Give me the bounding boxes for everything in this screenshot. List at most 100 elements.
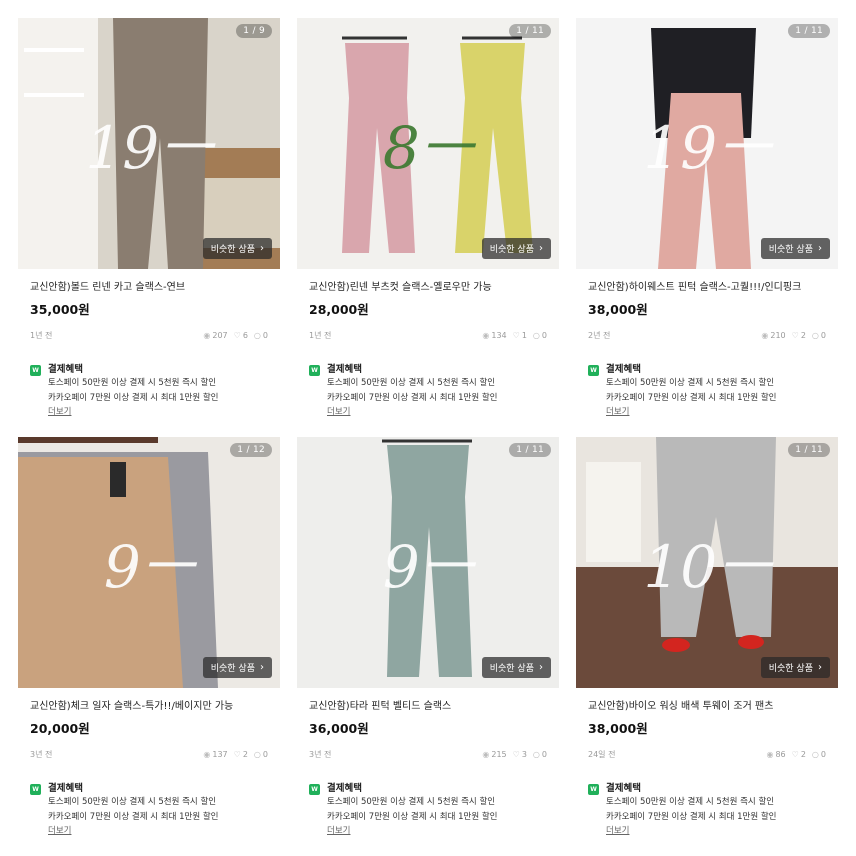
chevron-right-icon: ›: [818, 242, 822, 254]
product-price: 38,000원: [588, 721, 648, 736]
payment-benefit: W 결제혜택 토스페이 50만원 이상 결제 시 5천원 즉시 할인 카카오페이…: [309, 782, 547, 838]
product-image[interactable]: 8ㅡ 1 / 11 비슷한 상품 ›: [297, 18, 559, 269]
more-link[interactable]: 더보기: [48, 406, 219, 419]
chat-count: 0: [541, 750, 547, 759]
svg-text:19ㅡ: 19ㅡ: [643, 114, 774, 182]
handwritten-size-note: 9ㅡ: [383, 533, 477, 601]
image-counter: 1 / 11: [509, 24, 551, 38]
product-card[interactable]: 9ㅡ 1 / 12 비슷한 상품 › 교신안함)체크 일자 슬랙스-특가!!/베…: [18, 437, 280, 838]
similar-products-label: 비슷한 상품: [489, 664, 534, 674]
benefit-line: 카카오페이 7만원 이상 결제 시 최대 1만원 할인: [327, 812, 498, 822]
chat-count: 0: [820, 750, 826, 759]
eye-icon: ◉: [766, 750, 774, 759]
chat-icon: ○: [253, 750, 261, 759]
product-image[interactable]: 19ㅡ 1 / 9 비슷한 상품 ›: [18, 18, 280, 269]
product-title[interactable]: 교신안함)체크 일자 슬랙스-특가!!/베이지만 가능: [30, 700, 268, 713]
more-link[interactable]: 더보기: [48, 825, 219, 838]
similar-products-button[interactable]: 비슷한 상품 ›: [202, 657, 272, 678]
payment-benefit: W 결제혜택 토스페이 50만원 이상 결제 시 5천원 즉시 할인 카카오페이…: [588, 782, 826, 838]
view-count: 86: [775, 750, 786, 759]
posted-time: 1년 전: [30, 331, 53, 340]
benefit-line: 카카오페이 7만원 이상 결제 시 최대 1만원 할인: [606, 812, 777, 822]
like-count: 2: [800, 750, 806, 759]
view-count: 134: [491, 331, 507, 340]
chevron-right-icon: ›: [260, 661, 264, 673]
product-title[interactable]: 교신안함)하이웨스트 핀턱 슬랙스-고퀄!!!/인디핑크: [588, 281, 826, 294]
image-counter: 1 / 9: [236, 24, 272, 38]
product-stats: ◉ 137 ♡ 2 ○ 0: [203, 750, 268, 759]
product-title[interactable]: 교신안함)타라 핀턱 벨티드 슬랙스: [309, 700, 547, 713]
image-counter: 1 / 12: [230, 443, 272, 457]
more-link[interactable]: 더보기: [606, 825, 777, 838]
product-card[interactable]: 19ㅡ 1 / 11 비슷한 상품 › 교신안함)하이웨스트 핀턱 슬랙스-고퀄…: [576, 18, 838, 419]
product-stats: ◉ 86 ♡ 2 ○ 0: [766, 750, 826, 759]
similar-products-button[interactable]: 비슷한 상품 ›: [481, 657, 551, 678]
chat-count: 0: [262, 331, 268, 340]
like-count: 2: [242, 750, 248, 759]
chat-icon: ○: [532, 750, 540, 759]
product-price: 20,000원: [30, 721, 90, 736]
similar-products-button[interactable]: 비슷한 상품 ›: [760, 657, 830, 678]
product-stats: ◉ 210 ♡ 2 ○ 0: [761, 331, 826, 340]
similar-products-button[interactable]: 비슷한 상품 ›: [760, 238, 830, 259]
chat-count: 0: [820, 331, 826, 340]
heart-icon: ♡: [791, 331, 799, 340]
posted-time: 3년 전: [30, 750, 53, 759]
product-image[interactable]: 10ㅡ 1 / 11 비슷한 상품 ›: [576, 437, 838, 688]
eye-icon: ◉: [203, 331, 211, 340]
benefit-title: 결제혜택: [327, 364, 362, 375]
product-card[interactable]: 19ㅡ 1 / 9 비슷한 상품 › 교신안함)볼드 린넨 카고 슬랙스-연브 …: [18, 18, 280, 419]
eye-icon: ◉: [203, 750, 211, 759]
benefit-line: 카카오페이 7만원 이상 결제 시 최대 1만원 할인: [48, 812, 219, 822]
svg-text:9ㅡ: 9ㅡ: [383, 533, 477, 601]
chat-icon: ○: [253, 331, 261, 340]
product-meta: 3년 전 ◉ 215 ♡ 3 ○ 0: [309, 749, 547, 760]
like-count: 6: [242, 331, 248, 340]
similar-products-label: 비슷한 상품: [768, 245, 813, 255]
heart-icon: ♡: [512, 750, 520, 759]
product-price: 36,000원: [309, 721, 369, 736]
benefit-title: 결제혜택: [606, 364, 641, 375]
similar-products-label: 비슷한 상품: [210, 664, 255, 674]
payment-benefit: W 결제혜택 토스페이 50만원 이상 결제 시 5천원 즉시 할인 카카오페이…: [309, 363, 547, 419]
product-price: 38,000원: [588, 302, 648, 317]
product-card[interactable]: 8ㅡ 1 / 11 비슷한 상품 › 교신안함)린넨 부츠컷 슬랙스-옐로우만 …: [297, 18, 559, 419]
svg-text:9ㅡ: 9ㅡ: [104, 533, 198, 601]
pay-badge-icon: W: [588, 784, 599, 795]
image-counter: 1 / 11: [509, 443, 551, 457]
product-card[interactable]: 10ㅡ 1 / 11 비슷한 상품 › 교신안함)바이오 워싱 배색 투웨이 조…: [576, 437, 838, 838]
similar-products-button[interactable]: 비슷한 상품 ›: [202, 238, 272, 259]
product-meta: 1년 전 ◉ 207 ♡ 6 ○ 0: [30, 330, 268, 341]
handwritten-size-note: 19ㅡ: [85, 114, 216, 182]
benefit-line: 토스페이 50만원 이상 결제 시 5천원 즉시 할인: [606, 378, 775, 388]
product-price: 28,000원: [309, 302, 369, 317]
chat-count: 0: [541, 331, 547, 340]
product-image[interactable]: 19ㅡ 1 / 11 비슷한 상품 ›: [576, 18, 838, 269]
view-count: 215: [491, 750, 507, 759]
product-meta: 3년 전 ◉ 137 ♡ 2 ○ 0: [30, 749, 268, 760]
chevron-right-icon: ›: [539, 242, 543, 254]
product-image[interactable]: 9ㅡ 1 / 12 비슷한 상품 ›: [18, 437, 280, 688]
more-link[interactable]: 더보기: [606, 406, 777, 419]
payment-benefit: W 결제혜택 토스페이 50만원 이상 결제 시 5천원 즉시 할인 카카오페이…: [30, 363, 268, 419]
product-image[interactable]: 9ㅡ 1 / 11 비슷한 상품 ›: [297, 437, 559, 688]
pay-badge-icon: W: [30, 365, 41, 376]
view-count: 210: [770, 331, 786, 340]
chat-count: 0: [262, 750, 268, 759]
heart-icon: ♡: [791, 750, 799, 759]
product-title[interactable]: 교신안함)바이오 워싱 배색 투웨이 조거 팬츠: [588, 700, 826, 713]
product-title[interactable]: 교신안함)린넨 부츠컷 슬랙스-옐로우만 가능: [309, 281, 547, 294]
product-title[interactable]: 교신안함)볼드 린넨 카고 슬랙스-연브: [30, 281, 268, 294]
product-card[interactable]: 9ㅡ 1 / 11 비슷한 상품 › 교신안함)타라 핀턱 벨티드 슬랙스 36…: [297, 437, 559, 838]
chat-icon: ○: [532, 331, 540, 340]
pay-badge-icon: W: [30, 784, 41, 795]
more-link[interactable]: 더보기: [327, 406, 498, 419]
heart-icon: ♡: [233, 331, 241, 340]
like-count: 1: [521, 331, 527, 340]
pay-badge-icon: W: [309, 365, 320, 376]
chevron-right-icon: ›: [818, 661, 822, 673]
more-link[interactable]: 더보기: [327, 825, 498, 838]
product-meta: 1년 전 ◉ 134 ♡ 1 ○ 0: [309, 330, 547, 341]
similar-products-button[interactable]: 비슷한 상품 ›: [481, 238, 551, 259]
similar-products-label: 비슷한 상품: [210, 245, 255, 255]
